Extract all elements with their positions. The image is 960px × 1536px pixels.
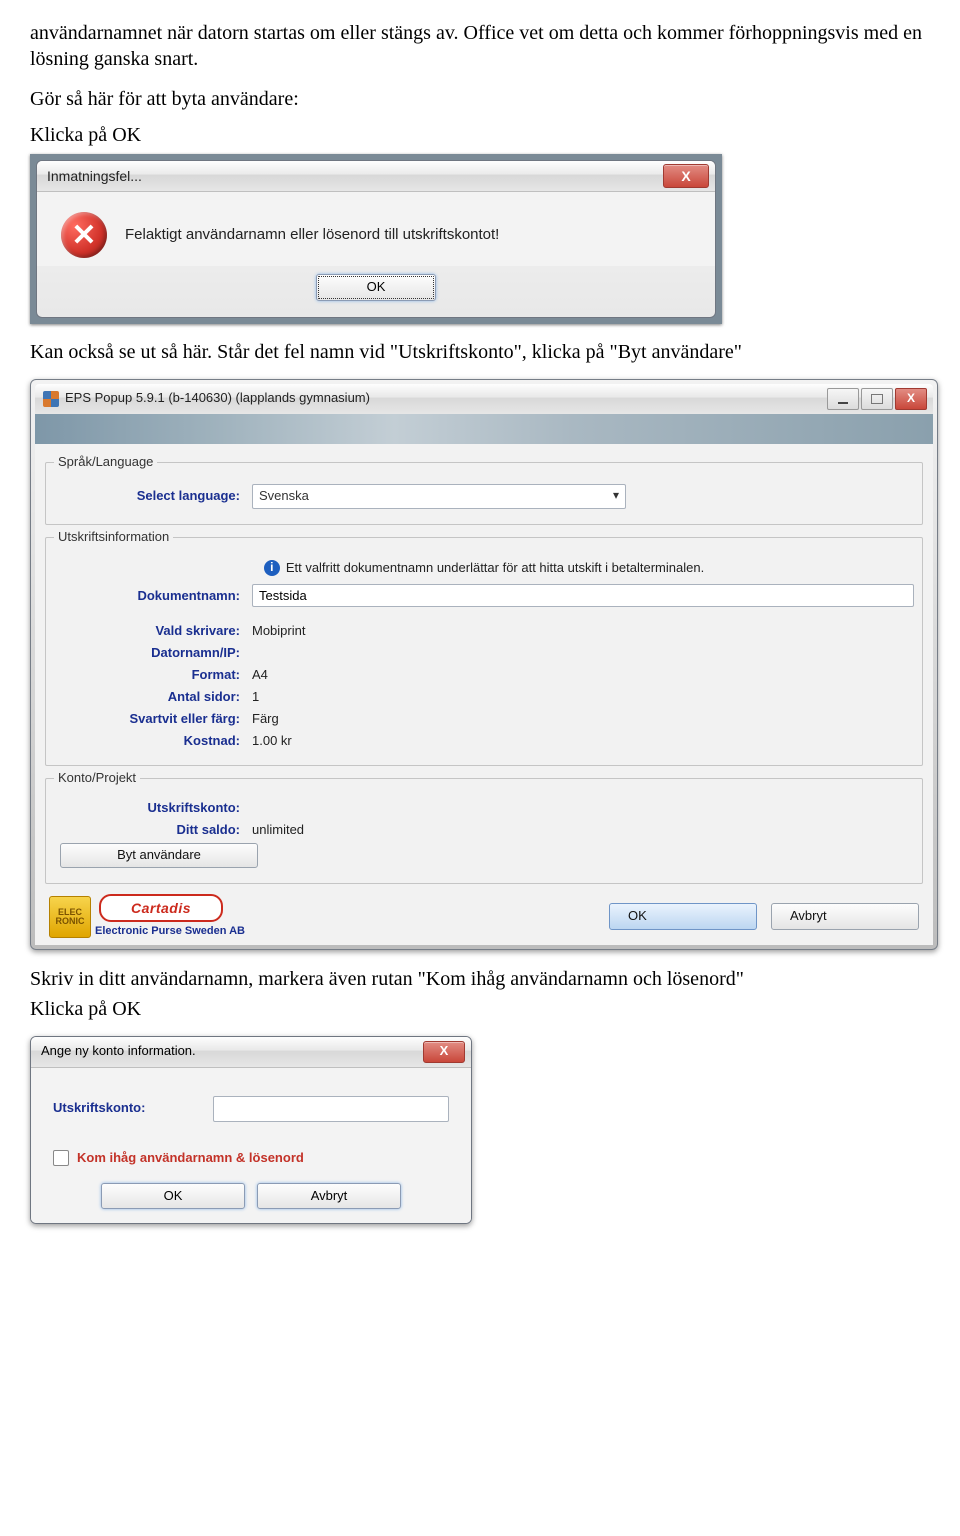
color-value: Färg [252, 711, 914, 728]
new-account-titlebar: Ange ny konto information. X [31, 1037, 471, 1068]
new-account-title: Ange ny konto information. [41, 1043, 423, 1060]
switch-user-button[interactable]: Byt användare [60, 843, 258, 868]
color-label: Svartvit eller färg: [54, 711, 252, 728]
printinfo-note: Ett valfritt dokumentnamn underlättar fö… [286, 560, 704, 577]
language-select-value: Svenska [259, 488, 309, 505]
java-icon [43, 391, 59, 407]
error-message: Felaktigt användarnamn eller lösenord ti… [125, 225, 691, 245]
cartadis-logo-icon: Cartadis [99, 894, 223, 922]
error-icon: ✕ [61, 212, 107, 258]
group-account-legend: Konto/Projekt [54, 770, 140, 787]
error-dialog-wrapper: Inmatningsfel... X ✕ Felaktigt användarn… [30, 154, 722, 324]
electronicpurse-logo-icon: ELECRONIC [49, 896, 91, 938]
format-label: Format: [54, 667, 252, 684]
ok-button[interactable]: OK [609, 903, 757, 930]
new-account-dialog: Ange ny konto information. X Utskriftsko… [30, 1036, 472, 1225]
new-account-label: Utskriftskonto: [53, 1100, 213, 1117]
remember-checkbox[interactable] [53, 1150, 69, 1166]
mid-paragraph: Kan också se ut så här. Står det fel nam… [30, 339, 930, 365]
group-language-legend: Språk/Language [54, 454, 157, 471]
close-icon[interactable]: X [895, 388, 927, 410]
eps-title-text: EPS Popup 5.9.1 (b-140630) (lapplands gy… [65, 390, 827, 407]
brand-text: Electronic Purse Sweden AB [95, 924, 245, 938]
cancel-button[interactable]: Avbryt [771, 903, 919, 930]
group-printinfo: Utskriftsinformation i Ett valfritt doku… [45, 529, 923, 766]
minimize-icon[interactable] [827, 388, 859, 410]
remember-label: Kom ihåg användarnamn & lösenord [77, 1150, 304, 1167]
ok-button[interactable]: OK [101, 1183, 245, 1210]
ok-button[interactable]: OK [316, 274, 436, 301]
out-paragraph-1: Skriv in ditt användarnamn, markera även… [30, 966, 930, 992]
cost-label: Kostnad: [54, 733, 252, 750]
balance-value: unlimited [252, 822, 914, 839]
format-value: A4 [252, 667, 914, 684]
eps-titlebar: EPS Popup 5.9.1 (b-140630) (lapplands gy… [35, 384, 933, 414]
error-dialog-body: ✕ Felaktigt användarnamn eller lösenord … [37, 192, 715, 266]
blurred-background-strip [35, 414, 933, 444]
account-label: Utskriftskonto: [54, 800, 252, 817]
docname-label: Dokumentnamn: [54, 588, 252, 605]
instruction-2: Klicka på OK [30, 122, 930, 148]
cancel-button[interactable]: Avbryt [257, 1183, 401, 1210]
info-icon: i [264, 560, 280, 576]
instruction-1: Gör så här för att byta användare: [30, 86, 930, 112]
docname-input[interactable] [252, 584, 914, 607]
close-icon[interactable]: X [423, 1041, 465, 1063]
group-printinfo-legend: Utskriftsinformation [54, 529, 173, 546]
intro-paragraph: användarnamnet när datorn startas om ell… [30, 20, 930, 72]
close-icon[interactable]: X [663, 164, 709, 188]
cost-value: 1.00 kr [252, 733, 914, 750]
language-select[interactable]: Svenska [252, 484, 626, 509]
printer-value: Mobiprint [252, 623, 914, 640]
host-label: Datornamn/IP: [54, 645, 252, 662]
new-account-input[interactable] [213, 1096, 449, 1122]
error-dialog: Inmatningsfel... X ✕ Felaktigt användarn… [36, 160, 716, 318]
eps-footer: ELECRONIC Cartadis Electronic Purse Swed… [45, 888, 923, 940]
printer-label: Vald skrivare: [54, 623, 252, 640]
maximize-icon[interactable] [861, 388, 893, 410]
group-language: Språk/Language Select language: Svenska [45, 454, 923, 525]
eps-popup-dialog: EPS Popup 5.9.1 (b-140630) (lapplands gy… [30, 379, 938, 950]
group-account: Konto/Projekt Utskriftskonto: Ditt saldo… [45, 770, 923, 885]
balance-label: Ditt saldo: [54, 822, 252, 839]
pages-value: 1 [252, 689, 914, 706]
out-paragraph-2: Klicka på OK [30, 996, 930, 1022]
error-dialog-title: Inmatningsfel... [47, 167, 663, 185]
select-language-label: Select language: [54, 488, 252, 505]
pages-label: Antal sidor: [54, 689, 252, 706]
error-dialog-titlebar: Inmatningsfel... X [37, 161, 715, 192]
